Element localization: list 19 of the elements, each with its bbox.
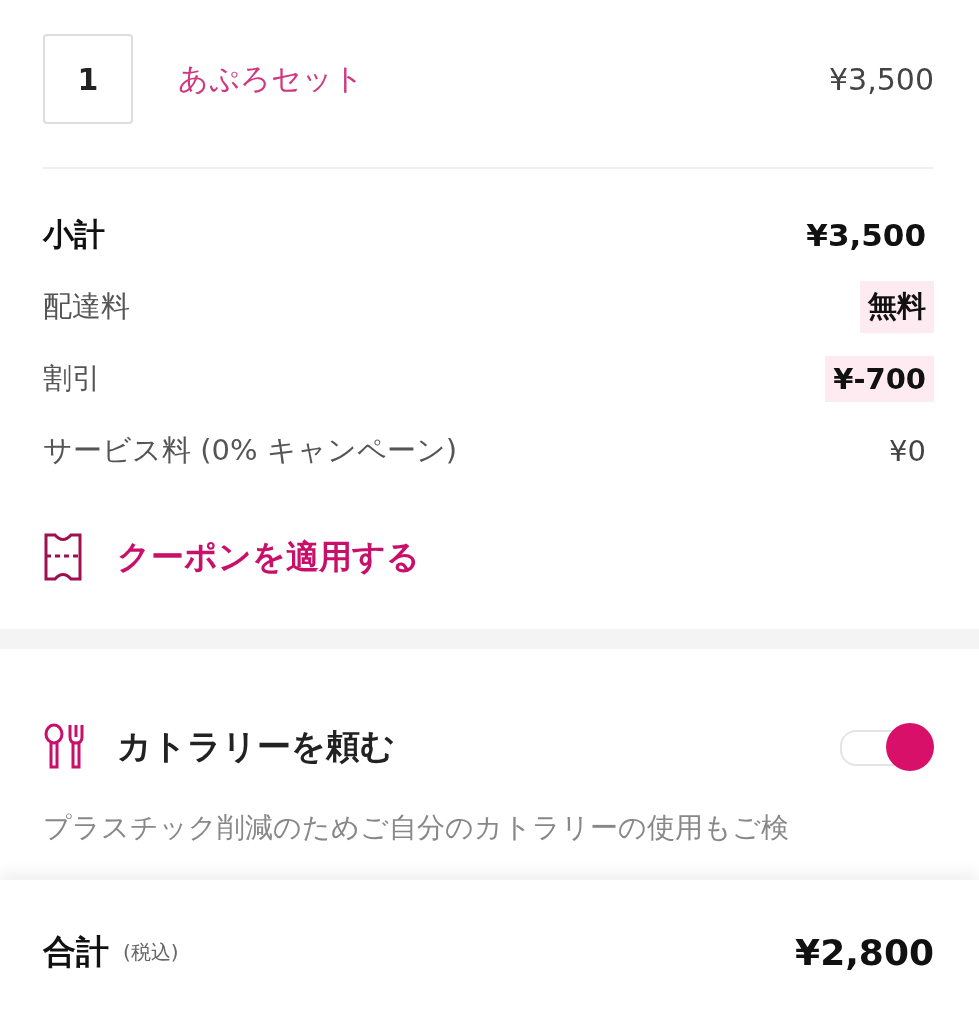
summary-value: ¥0 [888, 433, 927, 470]
summary-value: ¥-700 [825, 356, 934, 402]
summary-label: 割引 [43, 360, 101, 397]
summary-value: ¥3,500 [805, 216, 927, 255]
cutlery-note: プラスチック削減のためご自分のカトラリーの使用もご検 [43, 810, 790, 846]
summary-label: 小計 [43, 215, 105, 254]
summary-label: 配達料 [43, 288, 130, 325]
cutlery-label: カトラリーを頼む [117, 725, 395, 768]
quantity-box[interactable]: 1 [43, 34, 133, 124]
tax-note: (税込) [123, 938, 179, 966]
item-name[interactable]: あぷろセット [178, 58, 364, 100]
apply-coupon-link[interactable]: クーポンを適用する [117, 534, 420, 580]
summary-value: 無料 [860, 281, 934, 333]
item-price: ¥3,500 [829, 61, 934, 97]
ticket-icon [43, 532, 83, 582]
summary-label: サービス料 (0% キャンペーン) [43, 432, 458, 469]
total-value: ¥2,800 [795, 931, 934, 973]
cutlery-toggle[interactable] [838, 723, 934, 771]
total-label: 合計 [43, 930, 109, 973]
